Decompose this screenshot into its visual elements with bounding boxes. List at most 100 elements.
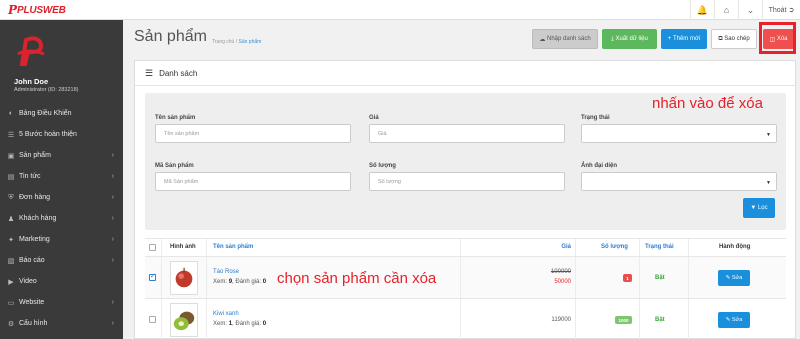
copy-button[interactable]: ⧉ Sao chép [711, 29, 757, 49]
sidebar-item-news[interactable]: ▤ Tin tức › [0, 166, 123, 187]
rating-value: 0 [262, 321, 267, 327]
import-label: Nhập danh sách [546, 36, 591, 42]
col-image: Hình ảnh [170, 244, 196, 250]
plusweb-logo[interactable]: P PLUSWEB [8, 3, 66, 17]
select-hint-text: chọn sản phẩm cần xóa [277, 270, 437, 287]
cart-icon: ⛨ [8, 193, 14, 201]
sidebar-item-customers[interactable]: ♟ Khách hàng › [0, 208, 123, 229]
quantity-badge: 1 [623, 274, 632, 282]
caret-down-icon: ▼ [766, 180, 771, 186]
table-row: Táo Rose Xem: 9, Đánh giá: 0 100000 5000… [145, 257, 786, 299]
home-icon[interactable]: ⌂ [714, 0, 738, 20]
select-all-checkbox[interactable] [149, 244, 156, 251]
breadcrumb-home[interactable]: Trang chủ [212, 39, 234, 45]
sidebar-item-label: Website [19, 299, 45, 306]
product-name-link[interactable]: Táo Rose [213, 269, 239, 275]
sidebar-item-video[interactable]: ▶ Video [0, 271, 123, 292]
breadcrumb-separator: / [235, 39, 238, 45]
code-label: Mã Sản phẩm [155, 163, 194, 169]
status-toggle[interactable]: Bật [655, 317, 665, 323]
status-toggle[interactable]: Bật [655, 275, 665, 281]
sidebar-menu: ◐ Bảng Điều Khiển ☰ 5 Bước hoàn thiện ▣ Sản… [0, 103, 123, 334]
edit-button[interactable]: ✎ Sửa [718, 312, 750, 328]
dashboard-icon: ◐ [8, 110, 14, 117]
sign-out-icon: ➲ [788, 7, 795, 14]
column-divider [688, 257, 689, 298]
col-actions: Hành động [719, 244, 751, 250]
price: 119000 [551, 317, 571, 323]
status-select[interactable]: ▼ [581, 124, 777, 143]
sidebar-item-marketing[interactable]: ✦ Marketing › [0, 229, 123, 250]
chevron-right-icon: › [111, 257, 114, 264]
rating-value: 0 [262, 279, 267, 285]
col-status[interactable]: Trạng thái [645, 244, 674, 250]
copy-label: Sao chép [724, 36, 750, 42]
edit-button[interactable]: ✎ Sửa [718, 270, 750, 286]
chart-icon: ▧ [7, 257, 15, 265]
add-label: Thêm mới [672, 36, 701, 42]
breadcrumb-current[interactable]: Sản phẩm [239, 39, 262, 45]
import-list-button[interactable]: ☁ Nhập danh sách [532, 29, 598, 49]
share-icon: ✦ [8, 236, 14, 244]
sidebar-item-label: Đơn hàng [19, 194, 51, 201]
col-name[interactable]: Tên sản phẩm [213, 244, 253, 250]
delete-hint-text: nhấn vào để xóa [652, 95, 763, 112]
column-divider [639, 257, 640, 298]
table-header: Hình ảnh Tên sản phẩm Giá Số lượng Trạng… [145, 238, 786, 257]
filter-button[interactable]: ▼ Lọc [743, 198, 775, 218]
sidebar-item-dashboard[interactable]: ◐ Bảng Điều Khiển [0, 103, 123, 124]
sidebar-item-website[interactable]: ▭ Website › [0, 292, 123, 313]
users-icon: ♟ [7, 215, 15, 223]
column-divider [460, 257, 461, 298]
product-table: Hình ảnh Tên sản phẩm Giá Số lượng Trạng… [145, 238, 786, 339]
sidebar-item-settings[interactable]: ⚙ Cấu hình › [0, 313, 123, 334]
price-sale: 50000 [554, 279, 571, 285]
export-data-button[interactable]: ⤓ Xuất dữ liệu [602, 29, 657, 49]
top-icons: 🔔 ⌂ ⌄ Thoát ➲ [690, 0, 800, 20]
top-bar: P PLUSWEB 🔔 ⌂ ⌄ Thoát ➲ [0, 0, 800, 20]
filter-icon: ▼ [750, 205, 757, 211]
export-label: Xuất dữ liệu [615, 36, 648, 42]
chevron-down-icon[interactable]: ⌄ [738, 0, 762, 20]
user-profile: John Doe Administrator (ID: 283218) [0, 20, 123, 96]
col-price[interactable]: Giá [561, 244, 571, 250]
sidebar-item-orders[interactable]: ⛨ Đơn hàng › [0, 187, 123, 208]
logout-button[interactable]: Thoát ➲ [762, 0, 800, 20]
sidebar-item-label: Bảng Điều Khiển [19, 110, 72, 117]
add-new-button[interactable]: + Thêm mới [661, 29, 707, 49]
user-role: Administrator (ID: 283218) [14, 87, 79, 93]
row-checkbox[interactable] [149, 272, 156, 281]
bell-icon[interactable]: 🔔 [690, 0, 714, 20]
col-quantity[interactable]: Số lượng [601, 244, 628, 250]
product-meta: Xem: 9, Đánh giá: 0 [213, 279, 267, 285]
sidebar-item-products[interactable]: ▣ Sản phẩm › [0, 145, 123, 166]
views-label: Xem: [213, 321, 228, 327]
kiwi-image[interactable] [170, 303, 198, 337]
apple-image[interactable] [170, 261, 198, 295]
sidebar-item-label: 5 Bước hoàn thiện [19, 131, 77, 138]
cloud-upload-icon: ☁ [539, 36, 546, 43]
avatar [17, 36, 45, 66]
filter-form: Tên sản phẩm Tên sản phẩm Giá Giá Trạng … [145, 93, 786, 230]
price-input[interactable]: Giá [369, 124, 565, 143]
newspaper-icon: ▤ [7, 173, 15, 181]
cube-icon: ▣ [7, 152, 15, 160]
product-name-link[interactable]: Kiwi xanh [213, 311, 239, 317]
chevron-right-icon: › [111, 320, 114, 327]
column-divider [161, 299, 162, 339]
table-row: Kiwi xanh Xem: 1, Đánh giá: 0 119000 100… [145, 299, 786, 339]
sidebar-item-5-steps[interactable]: ☰ 5 Bước hoàn thiện [0, 124, 123, 145]
sidebar-item-reports[interactable]: ▧ Báo cáo › [0, 250, 123, 271]
column-divider [639, 239, 640, 256]
column-divider [460, 299, 461, 339]
quantity-badge: 1000 [615, 316, 632, 324]
name-input[interactable]: Tên sản phẩm [155, 124, 351, 143]
image-select[interactable]: ▼ [581, 172, 777, 191]
quantity-input[interactable]: Số lượng [369, 172, 565, 191]
row-checkbox[interactable] [149, 316, 156, 323]
gear-icon: ⚙ [7, 320, 15, 328]
column-divider [575, 299, 576, 339]
product-meta: Xem: 1, Đánh giá: 0 [213, 321, 267, 327]
code-input[interactable]: Mã Sản phẩm [155, 172, 351, 191]
column-divider [206, 239, 207, 256]
